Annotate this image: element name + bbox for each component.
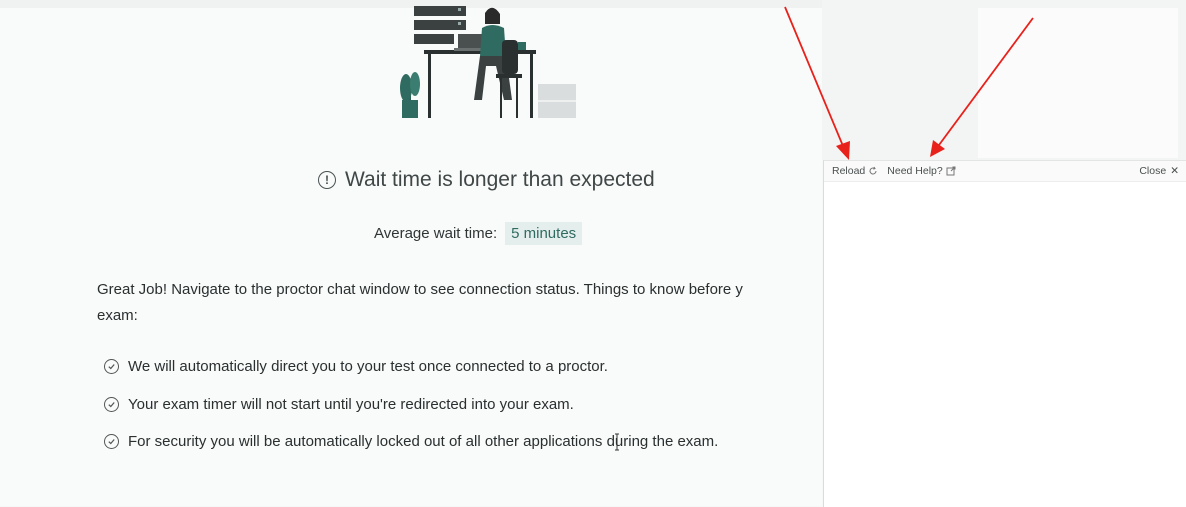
need-help-label: Need Help? <box>887 165 943 177</box>
close-label: Close <box>1139 165 1167 177</box>
average-wait-label: Average wait time: <box>374 225 498 242</box>
info-checklist: We will automatically direct you to your… <box>104 348 718 461</box>
instructions-paragraph: Great Job! Navigate to the proctor chat … <box>97 277 822 329</box>
reload-label: Reload <box>832 165 866 177</box>
exclamation-circle-icon: ! <box>318 171 336 189</box>
list-item-text: We will automatically direct you to your… <box>128 358 608 376</box>
need-help-link[interactable]: Need Help? <box>887 165 956 177</box>
list-item: Your exam timer will not start until you… <box>104 386 718 424</box>
waiting-room-page: ! Wait time is longer than expected Aver… <box>0 0 822 506</box>
right-pane-tile <box>978 8 1178 158</box>
external-link-icon <box>946 166 956 176</box>
list-item-text: For security you will be automatically l… <box>128 433 719 451</box>
person-at-desk-illustration <box>400 6 576 118</box>
average-wait-value: 5 minutes <box>505 222 583 245</box>
instructions-line-2: exam: <box>97 307 138 324</box>
close-icon: ✕ <box>1170 165 1179 177</box>
chat-content-area[interactable] <box>824 182 1186 507</box>
wait-time-heading-text: Wait time is longer than expected <box>345 168 655 191</box>
reload-icon <box>869 166 877 175</box>
average-wait: Average wait time: 5 minutes <box>374 222 583 245</box>
check-circle-icon <box>104 396 119 412</box>
reload-button[interactable]: Reload <box>832 165 878 177</box>
instructions-line-1: Great Job! Navigate to the proctor chat … <box>97 281 743 298</box>
check-circle-icon <box>104 359 119 375</box>
close-button[interactable]: Close ✕ <box>1139 165 1179 177</box>
list-item-text: Your exam timer will not start until you… <box>128 395 574 413</box>
list-item: We will automatically direct you to your… <box>104 348 718 386</box>
chat-toolbar: Reload Need Help? Close ✕ <box>824 161 1186 182</box>
check-circle-icon <box>104 434 119 450</box>
proctor-chat-panel: Reload Need Help? Close ✕ <box>823 160 1186 507</box>
list-item: For security you will be automatically l… <box>104 423 718 461</box>
text-cursor-icon <box>615 433 619 451</box>
wait-time-heading: ! Wait time is longer than expected <box>318 165 655 195</box>
